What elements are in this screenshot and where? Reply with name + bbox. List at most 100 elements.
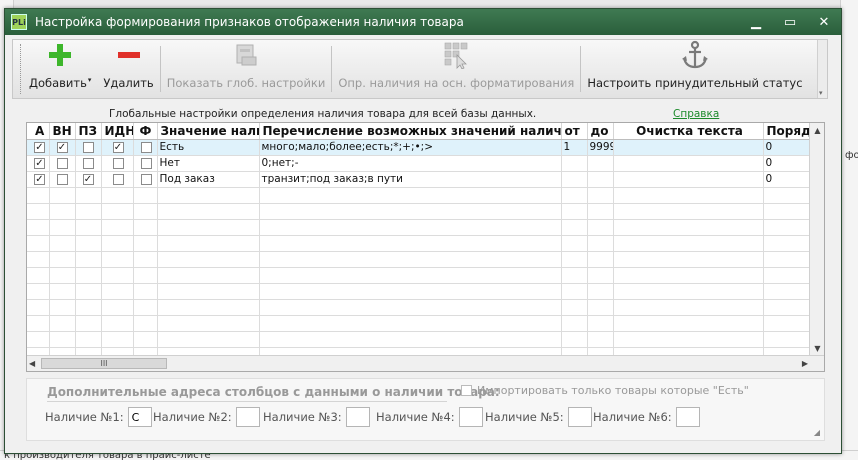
force-status-button[interactable]: Настроить принудительный статус [581,40,808,98]
empty-row [27,187,824,204]
scroll-down-icon[interactable]: ▼ [810,341,824,356]
info-bar: Глобальные настройки определения наличия… [31,108,826,122]
checkbox-pz[interactable] [82,173,94,185]
cell-value[interactable]: Есть [157,139,260,156]
availability-input-6[interactable] [675,407,700,427]
checkbox-f[interactable] [140,173,152,185]
maximize-button[interactable]: ▭ [773,9,807,35]
cell-idn[interactable] [101,155,134,172]
checkbox-vn[interactable] [56,157,68,169]
availability-input-2[interactable] [235,407,260,427]
checkbox-pz[interactable] [82,157,94,169]
checkbox-idn[interactable] [112,141,124,153]
cell-value[interactable]: Под заказ [157,171,260,188]
cell-clean[interactable] [613,139,764,156]
cell-pz[interactable] [75,155,102,172]
import-only-option[interactable]: Импортировать только товары которые "Ест… [461,384,749,397]
cell-idn[interactable] [101,171,134,188]
background-app-right: форм [840,0,858,460]
column-header[interactable]: Перечисление возможных значений наличия [259,123,562,140]
cell-from[interactable] [561,171,588,188]
resize-grip-icon[interactable]: ◢ [814,428,820,437]
app-icon: PLi [11,14,27,30]
cell-from[interactable]: 1 [561,139,588,156]
force-status-label: Настроить принудительный статус [587,76,803,90]
delete-button[interactable]: Удалить [97,40,159,98]
scroll-up-icon[interactable]: ▲ [810,123,824,138]
table-row[interactable]: Под заказ транзит;под заказ;в пути 0 [27,171,824,188]
cell-vn[interactable] [49,139,76,156]
cell-enum[interactable]: 0;нет;- [259,155,562,172]
additional-columns-section: Дополнительные адреса столбцов с данными… [26,378,825,441]
toolbar-grip[interactable] [15,44,21,94]
cell-f[interactable] [133,139,158,156]
cell-clean[interactable] [613,171,764,188]
availability-input-5[interactable] [567,407,592,427]
availability-input-1[interactable] [127,407,152,427]
title-bar[interactable]: PLi Настройка формирования признаков ото… [5,9,841,35]
cell-vn[interactable] [49,155,76,172]
cell-to[interactable]: 9999 [587,139,614,156]
availability-grid[interactable]: А ВН ПЗ ИДН Ф Значение налич Перечислени… [26,122,825,372]
table-row[interactable]: Нет 0;нет;- 0 [27,155,824,172]
table-row[interactable]: Есть много;мало;более;есть;*;+;•;> 1 999… [27,139,824,156]
cell-vn[interactable] [49,171,76,188]
cell-pz[interactable] [75,139,102,156]
grid-cursor-icon [443,40,469,70]
cell-enum[interactable]: транзит;под заказ;в пути [259,171,562,188]
scroll-left-icon[interactable]: ◀ [29,356,35,371]
availability-input-4[interactable] [458,407,483,427]
cell-a[interactable] [27,139,50,156]
column-header[interactable]: А [27,123,50,140]
close-button[interactable]: ✕ [807,9,841,35]
checkbox-f[interactable] [140,157,152,169]
cell-to[interactable] [587,171,614,188]
column-header[interactable]: ПЗ [75,123,102,140]
horizontal-scrollbar[interactable]: ◀ III ▶ [27,355,824,371]
show-global-settings-button[interactable]: Показать глоб. настройки [161,40,332,98]
cell-a[interactable] [27,171,50,188]
checkbox-idn[interactable] [112,173,124,185]
vertical-scrollbar[interactable]: ▲ ▼ [809,123,824,356]
availability-field-6: Наличие №6: [593,407,700,427]
column-header[interactable]: Ф [133,123,158,140]
cell-clean[interactable] [613,155,764,172]
column-header[interactable]: Очистка текста [613,123,764,140]
column-header[interactable]: от [561,123,588,140]
column-header[interactable]: ИДН [101,123,134,140]
checkbox-idn[interactable] [112,157,124,169]
minimize-button[interactable]: ▁ [739,9,773,35]
define-by-format-button[interactable]: Опр. наличия на осн. форматирования [332,40,580,98]
toolbar-overflow[interactable]: ▾ [817,40,827,98]
import-only-checkbox[interactable] [461,385,472,396]
chevron-down-icon: ▾ [819,89,823,97]
checkbox-pz[interactable] [82,141,94,153]
checkbox-a[interactable] [34,141,45,153]
checkbox-a[interactable] [34,157,45,169]
cell-idn[interactable] [101,139,134,156]
help-link[interactable]: Справка [673,108,719,120]
scroll-right-icon[interactable]: ▶ [802,356,808,371]
checkbox-a[interactable] [34,173,45,185]
cell-enum[interactable]: много;мало;более;есть;*;+;•;> [259,139,562,156]
cell-to[interactable] [587,155,614,172]
scroll-thumb[interactable]: III [41,358,167,369]
checkbox-vn[interactable] [56,141,68,153]
cell-pz[interactable] [75,171,102,188]
column-header[interactable]: до [587,123,614,140]
cell-a[interactable] [27,155,50,172]
empty-row [27,283,824,300]
checkbox-vn[interactable] [56,173,68,185]
cell-f[interactable] [133,155,158,172]
column-header[interactable]: ВН [49,123,76,140]
checkbox-f[interactable] [140,141,152,153]
cell-value[interactable]: Нет [157,155,260,172]
import-only-label: Импортировать только товары которые "Ест… [477,384,749,397]
cell-f[interactable] [133,171,158,188]
cell-from[interactable] [561,155,588,172]
availability-input-3[interactable] [345,407,370,427]
column-header[interactable]: Значение налич [157,123,260,140]
anchor-icon [680,40,710,70]
field-label: Наличие №4: [376,410,455,424]
add-button[interactable]: Добавить▾ [23,40,97,98]
